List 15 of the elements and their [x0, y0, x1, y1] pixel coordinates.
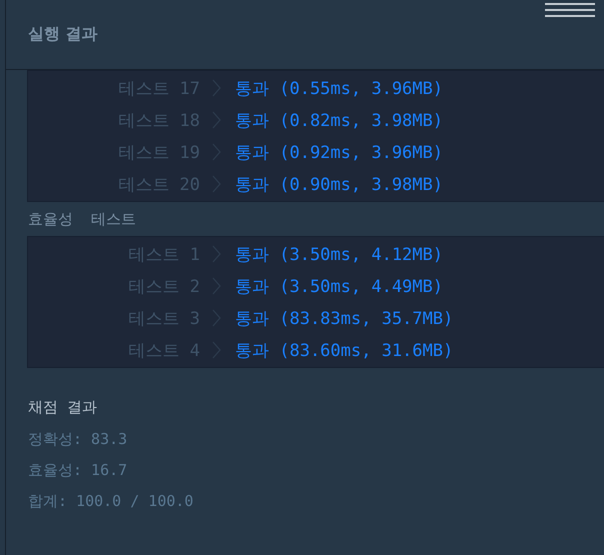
- panel-title: 실행 결과: [28, 24, 98, 45]
- test-result: 통과 (83.60ms, 31.6MB): [235, 340, 454, 362]
- test-result: 통과 (3.50ms, 4.12MB): [235, 244, 443, 266]
- test-result: 통과 (83.83ms, 35.7MB): [235, 308, 454, 330]
- test-result: 통과 (0.82ms, 3.98MB): [235, 110, 443, 132]
- test-result: 통과 (0.92ms, 3.96MB): [235, 142, 443, 164]
- score-line: 효율성: 16.7: [28, 461, 128, 481]
- score-title: 채점 결과: [28, 398, 98, 418]
- test-result: 통과 (0.55ms, 3.96MB): [235, 78, 443, 100]
- test-result: 통과 (0.90ms, 3.98MB): [235, 174, 443, 196]
- section-heading: 효율성 테스트: [27, 208, 138, 230]
- test-result: 통과 (3.50ms, 4.49MB): [235, 276, 443, 298]
- score-line: 합계: 100.0 / 100.0: [28, 492, 194, 512]
- menu-icon[interactable]: [545, 3, 595, 17]
- score-line: 정확성: 83.3: [28, 430, 128, 450]
